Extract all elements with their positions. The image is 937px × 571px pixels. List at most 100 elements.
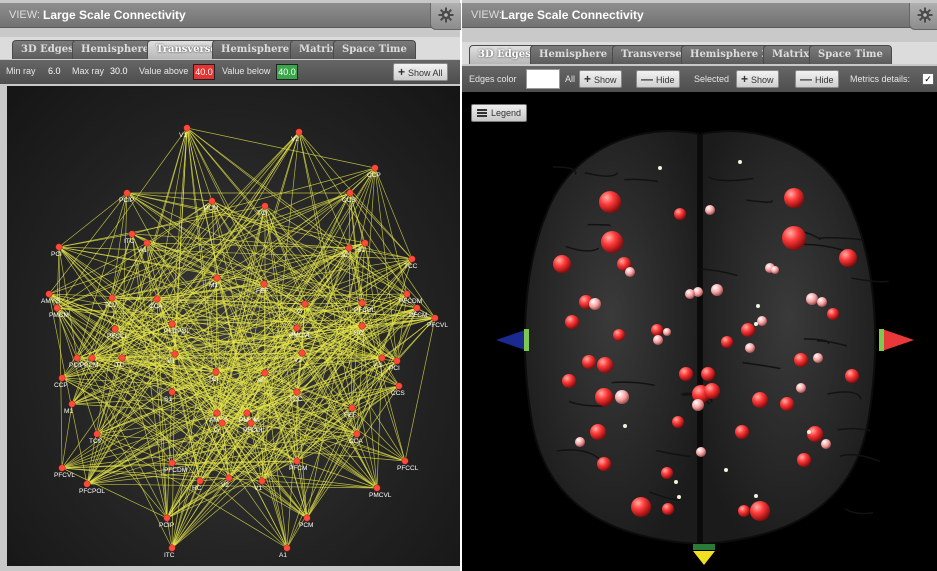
region-sphere[interactable]: [613, 329, 625, 341]
legend-button[interactable]: Legend: [471, 104, 528, 122]
region-node[interactable]: [213, 274, 221, 282]
region-sphere[interactable]: [738, 505, 750, 517]
region-node[interactable]: [153, 295, 161, 303]
tab-transverse[interactable]: Transverse: [612, 45, 691, 64]
region-sphere[interactable]: [796, 383, 806, 393]
region-sphere-small[interactable]: [807, 430, 811, 434]
region-sphere-small[interactable]: [658, 166, 662, 170]
region-sphere[interactable]: [589, 298, 601, 310]
region-sphere[interactable]: [752, 392, 768, 408]
region-node[interactable]: [358, 322, 366, 330]
region-node[interactable]: [303, 514, 311, 522]
region-sphere[interactable]: [757, 316, 767, 326]
region-node[interactable]: [168, 388, 176, 396]
region-sphere[interactable]: [553, 255, 571, 273]
region-node[interactable]: [225, 474, 233, 482]
region-node[interactable]: [68, 400, 76, 408]
region-sphere[interactable]: [794, 353, 808, 367]
region-sphere[interactable]: [711, 284, 723, 296]
region-sphere[interactable]: [750, 501, 770, 521]
region-sphere-small[interactable]: [738, 160, 742, 164]
region-node[interactable]: [213, 409, 221, 417]
edges-color-picker[interactable]: [526, 69, 560, 89]
region-sphere[interactable]: [839, 249, 857, 267]
region-node[interactable]: [247, 419, 255, 427]
region-node[interactable]: [83, 480, 91, 488]
region-sphere[interactable]: [741, 323, 755, 337]
region-sphere[interactable]: [597, 457, 611, 471]
region-node[interactable]: [118, 354, 126, 362]
region-node[interactable]: [171, 350, 179, 358]
region-sphere-small[interactable]: [674, 480, 678, 484]
max-ray-value[interactable]: 30.0: [110, 66, 128, 76]
region-node[interactable]: [361, 239, 369, 247]
region-node[interactable]: [55, 243, 63, 251]
region-sphere[interactable]: [704, 383, 720, 399]
region-sphere[interactable]: [672, 416, 684, 428]
region-sphere[interactable]: [821, 439, 831, 449]
region-sphere[interactable]: [663, 328, 671, 336]
region-sphere[interactable]: [582, 355, 596, 369]
region-node[interactable]: [208, 197, 216, 205]
region-node[interactable]: [346, 189, 354, 197]
region-sphere[interactable]: [631, 497, 651, 517]
region-sphere[interactable]: [845, 369, 859, 383]
region-sphere[interactable]: [562, 374, 576, 388]
region-sphere[interactable]: [701, 367, 715, 381]
region-sphere[interactable]: [599, 191, 621, 213]
region-node[interactable]: [93, 430, 101, 438]
tab-space-time[interactable]: Space Time: [809, 45, 892, 64]
region-node[interactable]: [401, 457, 409, 465]
region-node[interactable]: [168, 544, 176, 552]
region-node[interactable]: [108, 294, 116, 302]
show-all-button[interactable]: + Show All: [393, 63, 448, 81]
brain-3d-canvas[interactable]: [462, 92, 937, 571]
region-sphere-small[interactable]: [677, 495, 681, 499]
region-sphere[interactable]: [674, 208, 686, 220]
region-sphere[interactable]: [590, 424, 606, 440]
region-sphere[interactable]: [651, 324, 663, 336]
region-node[interactable]: [88, 354, 96, 362]
region-sphere[interactable]: [797, 453, 811, 467]
region-node[interactable]: [348, 404, 356, 412]
region-node[interactable]: [58, 374, 66, 382]
region-node[interactable]: [243, 409, 251, 417]
region-sphere[interactable]: [661, 467, 673, 479]
region-node[interactable]: [373, 484, 381, 492]
region-node[interactable]: [378, 354, 386, 362]
region-sphere[interactable]: [615, 390, 629, 404]
region-node[interactable]: [111, 325, 119, 333]
region-sphere[interactable]: [601, 231, 623, 253]
hide-all-edges-button[interactable]: — Hide: [636, 70, 680, 88]
region-node[interactable]: [123, 189, 131, 197]
region-node[interactable]: [128, 230, 136, 238]
region-node[interactable]: [403, 290, 411, 298]
region-node[interactable]: [196, 477, 204, 485]
value-below-input[interactable]: 40.0: [276, 64, 298, 80]
region-node[interactable]: [358, 299, 366, 307]
region-node[interactable]: [295, 128, 303, 136]
region-sphere[interactable]: [597, 357, 613, 373]
region-sphere[interactable]: [735, 425, 749, 439]
region-sphere[interactable]: [807, 426, 823, 442]
region-node[interactable]: [298, 349, 306, 357]
show-selected-edges-button[interactable]: + Show: [736, 70, 779, 88]
region-sphere[interactable]: [784, 188, 804, 208]
tab-space-time[interactable]: Space Time: [333, 40, 416, 59]
show-all-edges-button[interactable]: + Show: [579, 70, 622, 88]
region-sphere[interactable]: [827, 308, 839, 320]
region-node[interactable]: [163, 514, 171, 522]
region-node[interactable]: [283, 544, 291, 552]
region-node[interactable]: [260, 280, 268, 288]
metrics-details-checkbox[interactable]: ✓: [922, 73, 934, 85]
region-sphere[interactable]: [653, 335, 663, 345]
region-node[interactable]: [168, 320, 176, 328]
region-sphere-small[interactable]: [724, 468, 728, 472]
region-node[interactable]: [261, 369, 269, 377]
region-node[interactable]: [395, 382, 403, 390]
hide-selected-edges-button[interactable]: — Hide: [795, 70, 839, 88]
transverse-connectivity-canvas[interactable]: V1 V2 PCIP PCM ITC A1 PCI CCP CCS TCI A2 S1 TCC M1 FEF…: [7, 86, 460, 566]
region-sphere[interactable]: [662, 503, 674, 515]
region-node[interactable]: [293, 324, 301, 332]
region-node[interactable]: [353, 430, 361, 438]
